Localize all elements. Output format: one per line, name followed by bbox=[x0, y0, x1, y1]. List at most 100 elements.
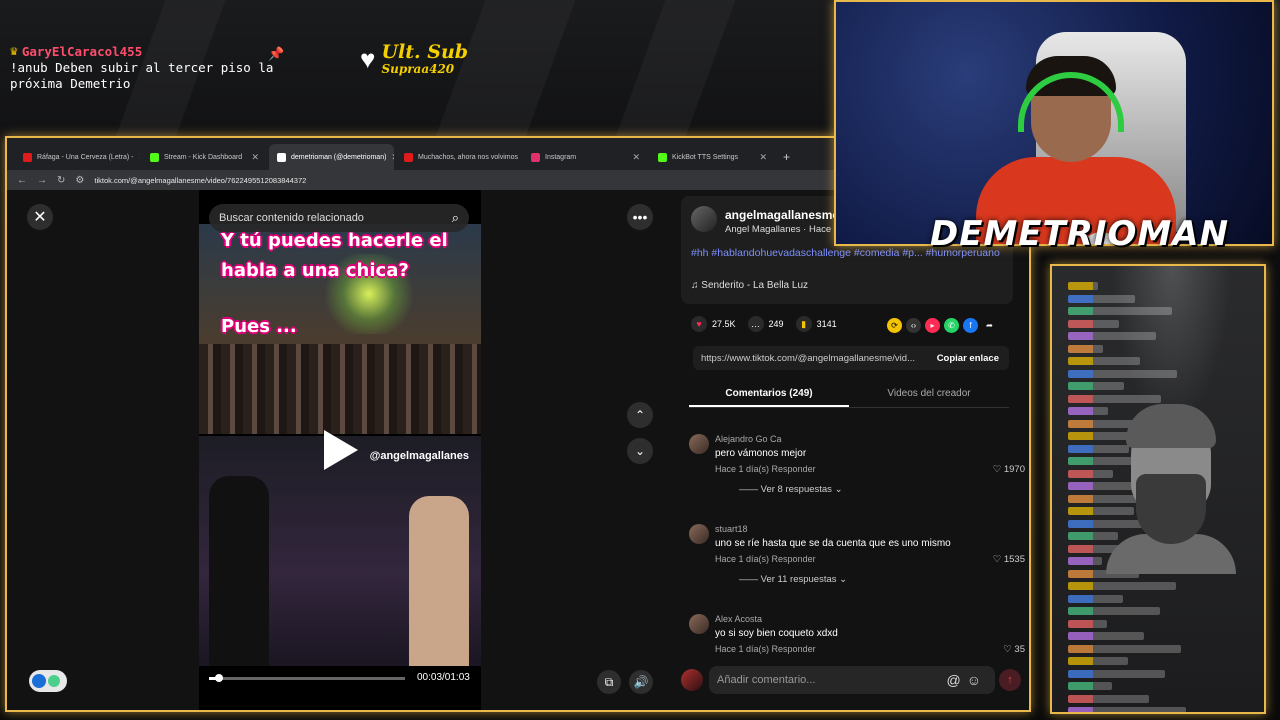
chat-line bbox=[1068, 669, 1165, 678]
author-avatar[interactable] bbox=[691, 206, 717, 232]
heart-outline-icon: ♡ bbox=[1003, 644, 1015, 655]
comment-placeholder: Añadir comentario... bbox=[717, 674, 816, 686]
repost-icon[interactable]: ⟳ bbox=[887, 318, 902, 333]
comment-like[interactable]: ♡ 1970 bbox=[993, 464, 1025, 475]
commenter-name[interactable]: Alex Acosta bbox=[715, 614, 762, 624]
reply-button[interactable]: Responder bbox=[772, 464, 816, 474]
tab-label: Ráfaga - Una Cerveza (Letra) - bbox=[37, 153, 134, 161]
chat-line bbox=[1068, 307, 1172, 315]
browser-tab[interactable]: Stream - Kick Dashboard ✕ bbox=[142, 144, 267, 170]
comment-item: Alex Acosta yo si soy bien coqueto xdxd … bbox=[689, 614, 1025, 658]
like-stat[interactable]: ♥ 27.5K bbox=[691, 316, 736, 332]
send-icon[interactable]: ▸ bbox=[925, 318, 940, 333]
browser-tab[interactable]: Muchachos, ahora nos volvimos✕ bbox=[396, 144, 521, 170]
commenter-avatar[interactable] bbox=[689, 434, 709, 454]
save-stat[interactable]: ▮ 3141 bbox=[795, 316, 837, 332]
post-stats: ♥ 27.5K … 249 ▮ 3141 bbox=[691, 316, 837, 332]
close-tab-icon[interactable]: ✕ bbox=[251, 152, 259, 163]
webcam-frame bbox=[834, 0, 1274, 246]
comment-stat[interactable]: … 249 bbox=[747, 316, 784, 332]
toggle-knob bbox=[32, 674, 46, 688]
close-tab-icon[interactable]: ✕ bbox=[759, 152, 767, 163]
comment-meta: Hace 1 día(s) Responder bbox=[715, 464, 816, 474]
comment-input-bar: Añadir comentario... @☺ ↑ bbox=[681, 664, 1025, 696]
chat-line bbox=[1068, 632, 1144, 640]
browser-tab[interactable]: KickBot TTS Settings ✕ bbox=[650, 144, 775, 170]
reply-button[interactable]: Responder bbox=[772, 644, 816, 654]
more-options-icon[interactable]: ••• bbox=[627, 204, 653, 230]
previous-video-button[interactable]: ⌃ bbox=[627, 402, 653, 428]
close-tab-icon[interactable]: ✕ bbox=[391, 152, 394, 163]
chat-line bbox=[1068, 694, 1149, 703]
next-video-button[interactable]: ⌄ bbox=[627, 438, 653, 464]
chat-line bbox=[1068, 594, 1123, 603]
embed-icon[interactable]: ‹› bbox=[906, 318, 921, 333]
related-search-input[interactable]: Buscar contenido relacionado ⌕ bbox=[209, 204, 469, 232]
tiktok-icon bbox=[277, 152, 286, 162]
browser-tab[interactable]: Instagram ✕ bbox=[523, 144, 648, 170]
whatsapp-icon[interactable]: ✆ bbox=[944, 318, 959, 333]
comment-meta: Hace 1 día(s) Responder bbox=[715, 554, 816, 564]
commenter-name[interactable]: Alejandro Go Ca bbox=[715, 434, 782, 444]
video-handle-watermark: @angelmagallanes bbox=[369, 450, 469, 462]
send-comment-button[interactable]: ↑ bbox=[999, 669, 1021, 691]
tiktok-page: ✕ Y tú puedes hacerle el habla a una chi… bbox=[7, 190, 1029, 710]
chat-line bbox=[1068, 469, 1113, 478]
author-subtitle: Angel Magallanes · Hace bbox=[725, 224, 832, 235]
progress-knob[interactable] bbox=[214, 674, 223, 682]
comment-input[interactable]: Añadir comentario... @☺ bbox=[709, 666, 995, 694]
video-caption: habla a una chica? bbox=[221, 260, 409, 281]
author-username[interactable]: angelmagallanesme bbox=[725, 208, 839, 222]
autoscroll-toggle[interactable] bbox=[29, 670, 67, 692]
youtube-icon bbox=[23, 152, 32, 162]
commenter-name[interactable]: stuart18 bbox=[715, 524, 748, 534]
commenter-avatar[interactable] bbox=[689, 524, 709, 544]
tab-comments[interactable]: Comentarios (249) bbox=[689, 386, 849, 407]
post-side-panel: angelmagallanesme Angel Magallanes · Hac… bbox=[667, 190, 1029, 710]
chat-line bbox=[1068, 557, 1102, 565]
last-sub-label: Ult. Sub bbox=[381, 41, 469, 63]
browser-tab[interactable]: Ráfaga - Una Cerveza (Letra) - ✕ bbox=[15, 144, 140, 170]
video-progress-bar[interactable] bbox=[209, 674, 405, 682]
close-tab-icon[interactable]: ✕ bbox=[632, 152, 640, 163]
post-sound[interactable]: ♫ Senderito - La Bella Luz bbox=[691, 280, 808, 291]
chat-line bbox=[1068, 357, 1140, 365]
reply-button[interactable]: Responder bbox=[772, 554, 816, 564]
search-icon[interactable]: ⌕ bbox=[452, 210, 459, 226]
play-icon[interactable] bbox=[324, 430, 358, 470]
comment-like[interactable]: ♡ 35 bbox=[1003, 644, 1025, 655]
share-icon[interactable]: ➦ bbox=[982, 318, 997, 333]
chat-line bbox=[1068, 319, 1119, 328]
view-replies-button[interactable]: —— Ver 11 respuestas ⌄ bbox=[739, 574, 847, 585]
close-tab-icon[interactable]: ✕ bbox=[138, 152, 140, 163]
video-player[interactable]: Y tú puedes hacerle el habla a una chica… bbox=[199, 190, 481, 710]
divider-line: —— bbox=[739, 574, 761, 585]
instagram-icon bbox=[531, 152, 540, 162]
url-field[interactable]: tiktok.com/@angelmagallanesme/video/7622… bbox=[94, 176, 306, 185]
tab-label: Instagram bbox=[545, 153, 577, 161]
close-video-button[interactable]: ✕ bbox=[27, 204, 53, 230]
site-info-icon[interactable]: ⚙ bbox=[75, 175, 84, 186]
video-caption: Y tú puedes hacerle el bbox=[221, 230, 448, 251]
facebook-icon[interactable]: f bbox=[963, 318, 978, 333]
comment-tabs: Comentarios (249) Videos del creador bbox=[689, 386, 1009, 408]
forward-icon[interactable]: → bbox=[37, 175, 47, 186]
browser-tab[interactable]: demetrioman (@demetrioman) ✕ bbox=[269, 144, 394, 170]
reload-icon[interactable]: ↻ bbox=[57, 175, 65, 186]
tab-creator-videos[interactable]: Videos del creador bbox=[849, 386, 1009, 407]
new-tab-button[interactable]: + bbox=[777, 150, 796, 170]
mention-emoji-icons[interactable]: @☺ bbox=[946, 672, 987, 688]
commenter-avatar[interactable] bbox=[689, 614, 709, 634]
heart-icon: ♥ bbox=[691, 316, 707, 332]
copy-link-button[interactable]: Copiar enlace bbox=[937, 353, 1009, 364]
volume-icon[interactable]: 🔊 bbox=[629, 670, 653, 694]
comment-time: Hace 1 día(s) bbox=[715, 554, 770, 564]
view-replies-button[interactable]: —— Ver 8 respuestas ⌄ bbox=[739, 484, 843, 495]
back-icon[interactable]: ← bbox=[17, 175, 27, 186]
pip-icon[interactable]: ⧉ bbox=[597, 670, 621, 694]
background-stripe bbox=[614, 0, 736, 140]
comment-like[interactable]: ♡ 1535 bbox=[993, 554, 1025, 565]
streamer-name-title: DEMETRIOMAN bbox=[930, 214, 1230, 254]
chat-line bbox=[1068, 394, 1161, 403]
share-buttons: ⟳ ‹› ▸ ✆ f ➦ bbox=[887, 318, 997, 333]
